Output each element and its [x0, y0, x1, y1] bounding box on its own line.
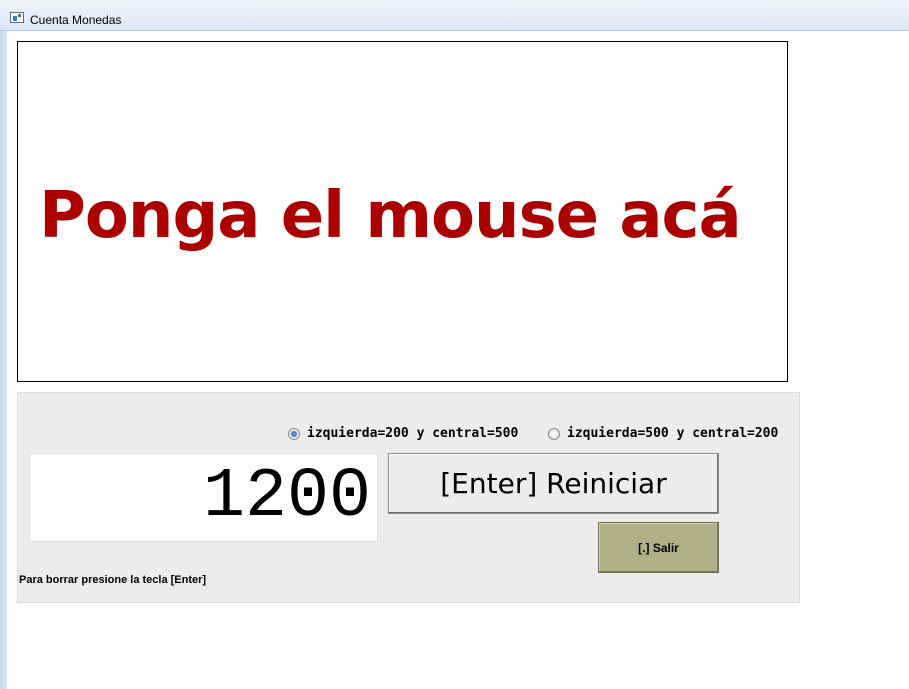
counter-value: 1200: [202, 458, 371, 537]
option-label: izquierda=500 y central=200: [567, 426, 779, 441]
window-title: Cuenta Monedas: [30, 13, 122, 27]
mouse-prompt-text: Ponga el mouse acá: [39, 179, 742, 253]
reset-button[interactable]: [Enter] Reiniciar: [388, 453, 719, 514]
title-bar[interactable]: Cuenta Monedas: [0, 0, 909, 31]
app-window-icon[interactable]: [10, 12, 24, 23]
mouse-area[interactable]: Ponga el mouse acá: [17, 41, 788, 382]
radio-button-unselected[interactable]: [548, 427, 560, 440]
radio-button-selected[interactable]: [288, 427, 300, 440]
exit-button[interactable]: [.] Salir: [598, 522, 719, 573]
option-izquierda-500[interactable]: izquierda=500 y central=200: [548, 426, 778, 441]
counter-display: 1200: [29, 453, 378, 542]
option-label: izquierda=200 y central=500: [307, 426, 519, 441]
control-panel: izquierda=200 y central=500 izquierda=50…: [17, 392, 800, 603]
clear-hint: Para borrar presione la tecla [Enter]: [19, 574, 207, 586]
window-left-border: [0, 31, 7, 689]
option-izquierda-200[interactable]: izquierda=200 y central=500: [288, 426, 518, 441]
